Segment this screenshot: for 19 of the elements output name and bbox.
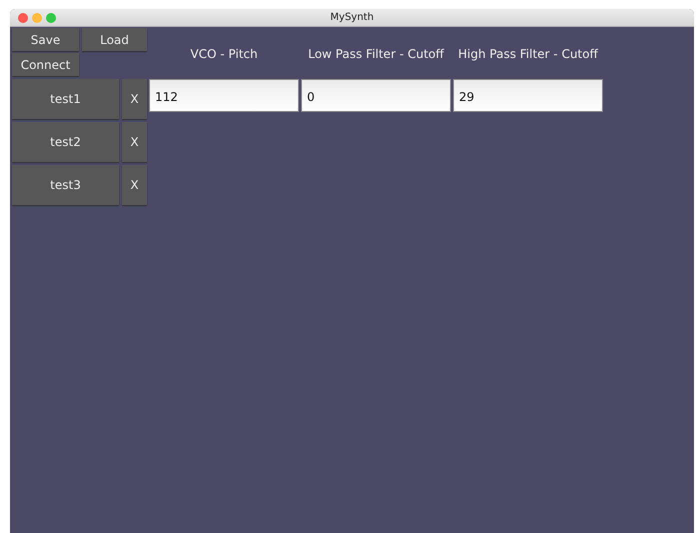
maximize-icon[interactable] (46, 13, 56, 23)
parameter-field[interactable]: 0 (301, 79, 451, 112)
parameter-field[interactable]: 29 (453, 79, 603, 112)
load-button[interactable]: Load (82, 28, 147, 51)
delete-button[interactable]: X (122, 165, 147, 205)
preset-button[interactable]: test3 (12, 165, 119, 205)
parameter-field[interactable]: 112 (149, 79, 299, 112)
delete-button[interactable]: X (122, 122, 147, 162)
delete-button[interactable]: X (122, 79, 147, 119)
save-button[interactable]: Save (12, 28, 79, 51)
window-title: MySynth (330, 12, 374, 23)
parameter-label: Low Pass Filter - Cutoff (307, 46, 446, 62)
close-icon[interactable] (18, 13, 28, 23)
parameter-label: High Pass Filter - Cutoff (457, 46, 600, 62)
parameter-label: VCO - Pitch (189, 46, 259, 62)
connect-button[interactable]: Connect (12, 53, 79, 76)
minimize-icon[interactable] (32, 13, 42, 23)
preset-button[interactable]: test1 (12, 79, 119, 119)
preset-button[interactable]: test2 (12, 122, 119, 162)
